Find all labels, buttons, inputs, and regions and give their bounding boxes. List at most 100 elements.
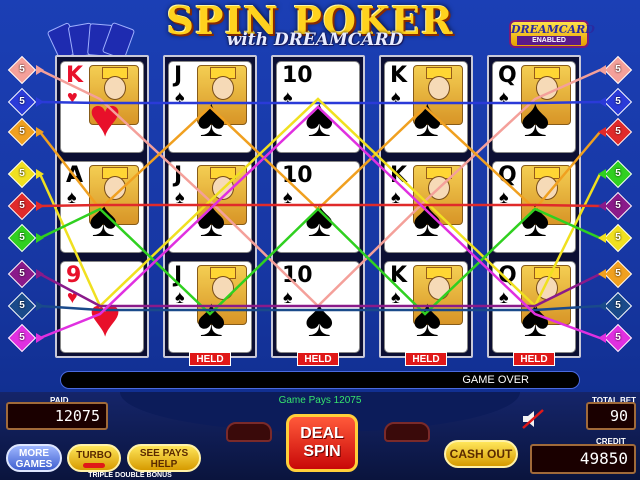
arrow-left-icon: [598, 233, 606, 243]
card-rank: 10: [282, 163, 313, 188]
card-fan-decoration: [46, 18, 136, 62]
card-rank: 10: [282, 263, 313, 288]
left-bet-button[interactable]: [226, 422, 272, 442]
dreamcard-badge-title: DREAMCARD: [511, 23, 595, 36]
line-marker-right[interactable]: 5: [603, 259, 633, 289]
playing-card[interactable]: 10 ♠ ♠: [276, 161, 360, 253]
line-marker-right[interactable]: 5: [603, 191, 633, 221]
card-rank: Q: [498, 63, 517, 88]
playing-card[interactable]: Q ♠ ♠: [492, 161, 576, 253]
card-suit-small-icon: ♠: [175, 87, 185, 107]
right-bet-button[interactable]: [384, 422, 430, 442]
card-rank: 9: [66, 263, 82, 288]
turbo-indicator-icon: [83, 463, 105, 468]
reel-3[interactable]: 10 ♠ ♠ 10 ♠ ♠ 10 ♠ ♠: [271, 55, 365, 358]
line-marker-right[interactable]: 5: [603, 323, 633, 353]
card-suit-small-icon: ♠: [391, 287, 401, 307]
arrow-left-icon: [598, 169, 606, 179]
game-pays-text: Game Pays 12075: [278, 395, 362, 406]
line-marker-left[interactable]: 5: [7, 223, 37, 253]
credit-meter: 49850: [530, 444, 636, 474]
total-bet-meter: 90: [586, 402, 636, 430]
paid-meter: 12075: [6, 402, 108, 430]
card-suit-small-icon: ♠: [283, 87, 293, 107]
playing-card[interactable]: 10 ♠ ♠: [276, 61, 360, 153]
playing-card[interactable]: J ♠ ♠: [168, 261, 252, 353]
line-marker-left[interactable]: 5: [7, 323, 37, 353]
reel-2[interactable]: J ♠ ♠ J ♠ ♠ J ♠ ♠: [163, 55, 257, 358]
card-suit-small-icon: ♠: [499, 187, 509, 207]
playing-card[interactable]: Q ♠ ♠: [492, 61, 576, 153]
line-marker-left[interactable]: 5: [7, 259, 37, 289]
card-suit-large-icon: ♠: [413, 88, 442, 148]
playing-card[interactable]: K ♠ ♠: [384, 161, 468, 253]
line-marker-number: 5: [615, 64, 621, 75]
cash-out-button[interactable]: CASH OUT: [444, 440, 518, 468]
see-pays-help-button[interactable]: SEE PAYS HELP: [127, 444, 201, 472]
card-suit-small-icon: ♠: [499, 87, 509, 107]
card-rank: K: [66, 63, 84, 88]
line-marker-right[interactable]: 5: [603, 159, 633, 189]
dreamcard-badge: DREAMCARD ENABLED: [509, 20, 595, 48]
line-marker-number: 5: [19, 168, 25, 179]
game-variant-label: TRIPLE DOUBLE BONUS: [88, 472, 172, 479]
playing-card[interactable]: 10 ♠ ♠: [276, 261, 360, 353]
card-suit-small-icon: ♠: [175, 287, 185, 307]
reel-5[interactable]: Q ♠ ♠ Q ♠ ♠ Q ♠ ♠: [487, 55, 581, 358]
card-suit-large-icon: ♠: [305, 188, 334, 248]
card-rank: K: [390, 263, 408, 288]
line-marker-number: 5: [19, 96, 25, 107]
held-indicator: HELD: [513, 352, 555, 366]
card-suit-large-icon: ♠: [197, 188, 226, 248]
playing-card[interactable]: K ♥ ♥: [60, 61, 144, 153]
playing-card[interactable]: K ♠ ♠: [384, 261, 468, 353]
card-suit-large-icon: ♥: [89, 88, 122, 148]
game-header: SPIN POKER with DREAMCARD DREAMCARD ENAB…: [0, 0, 640, 62]
reel-1[interactable]: K ♥ ♥ A ♠ ♠ 9 ♥ ♥: [55, 55, 149, 358]
line-marker-number: 5: [19, 332, 25, 343]
line-marker-number: 5: [615, 300, 621, 311]
turbo-button[interactable]: TURBO: [67, 444, 121, 472]
line-marker-number: 5: [615, 96, 621, 107]
game-logo-subtitle: with DREAMCARD: [226, 30, 404, 50]
card-suit-small-icon: ♠: [391, 87, 401, 107]
line-marker-left[interactable]: 5: [7, 55, 37, 85]
playing-card[interactable]: Q ♠ ♠: [492, 261, 576, 353]
arrow-left-icon: [598, 269, 606, 279]
line-marker-left[interactable]: 5: [7, 117, 37, 147]
more-games-button[interactable]: MORE GAMES: [6, 444, 62, 472]
card-suit-small-icon: ♠: [283, 287, 293, 307]
playing-card[interactable]: A ♠ ♠: [60, 161, 144, 253]
reel-4[interactable]: K ♠ ♠ K ♠ ♠ K ♠ ♠: [379, 55, 473, 358]
line-marker-left[interactable]: 5: [7, 159, 37, 189]
line-marker-right[interactable]: 5: [603, 223, 633, 253]
card-suit-small-icon: ♠: [283, 187, 293, 207]
mute-speaker-icon[interactable]: [521, 408, 545, 430]
card-suit-small-icon: ♠: [391, 187, 401, 207]
arrow-right-icon: [36, 169, 44, 179]
line-marker-right[interactable]: 5: [603, 291, 633, 321]
line-marker-left[interactable]: 5: [7, 191, 37, 221]
arrow-left-icon: [598, 301, 606, 311]
line-marker-right[interactable]: 5: [603, 117, 633, 147]
card-rank: K: [390, 163, 408, 188]
arrow-left-icon: [598, 65, 606, 75]
line-marker-right[interactable]: 5: [603, 87, 633, 117]
card-suit-small-icon: ♠: [499, 287, 509, 307]
playing-card[interactable]: K ♠ ♠: [384, 61, 468, 153]
card-rank: J: [174, 63, 183, 88]
playing-card[interactable]: 9 ♥ ♥: [60, 261, 144, 353]
deal-spin-button[interactable]: DEAL SPIN: [286, 414, 358, 472]
line-marker-number: 5: [19, 126, 25, 137]
arrow-right-icon: [36, 65, 44, 75]
card-suit-small-icon: ♥: [67, 87, 78, 107]
card-suit-small-icon: ♠: [175, 187, 185, 207]
line-marker-left[interactable]: 5: [7, 87, 37, 117]
arrow-right-icon: [36, 333, 44, 343]
playing-card[interactable]: J ♠ ♠: [168, 61, 252, 153]
line-marker-left[interactable]: 5: [7, 291, 37, 321]
line-marker-number: 5: [615, 200, 621, 211]
line-marker-right[interactable]: 5: [603, 55, 633, 85]
line-marker-number: 5: [19, 200, 25, 211]
playing-card[interactable]: J ♠ ♠: [168, 161, 252, 253]
